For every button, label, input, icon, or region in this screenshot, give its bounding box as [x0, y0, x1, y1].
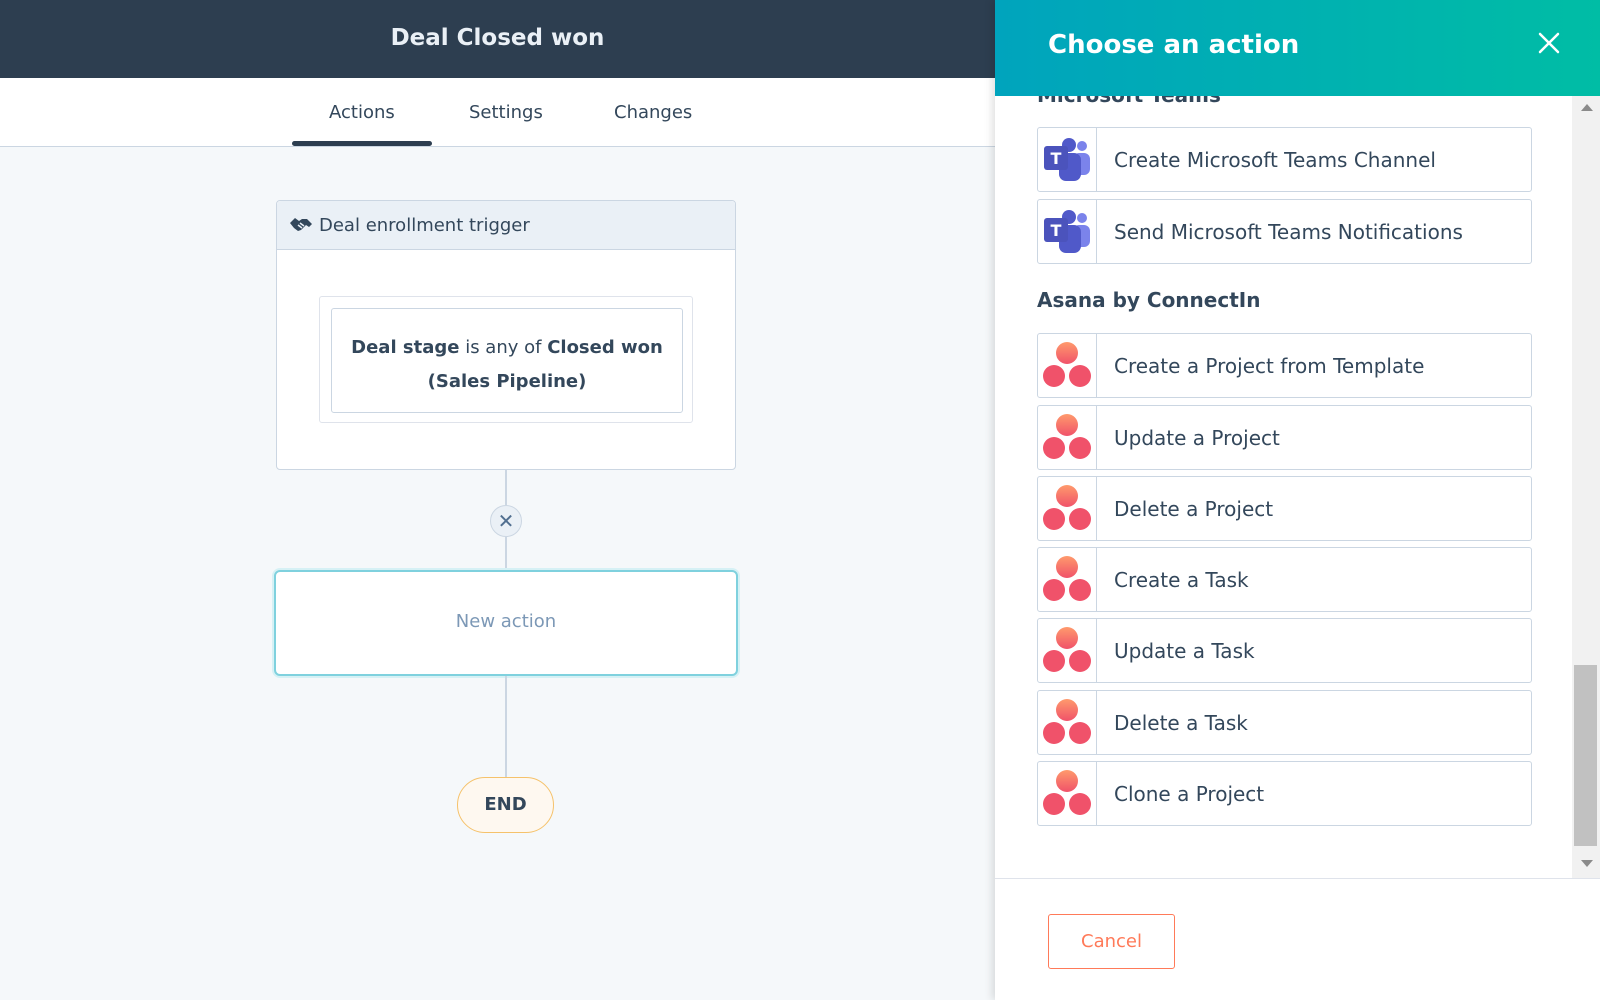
connector-line: [505, 470, 507, 505]
action-item[interactable]: Delete a Project: [1037, 476, 1532, 541]
action-item-label: Create a Project from Template: [1114, 353, 1425, 378]
action-item-label: Update a Project: [1114, 425, 1280, 450]
asana-icon: [1038, 406, 1097, 469]
panel-title: Choose an action: [1048, 30, 1300, 60]
handshake-icon: [289, 215, 313, 235]
svg-text:T: T: [1051, 149, 1062, 168]
tab-settings[interactable]: Settings: [469, 102, 543, 123]
asana-icon: [1038, 762, 1097, 825]
connector-line: [505, 676, 507, 777]
connector-line: [505, 537, 507, 570]
action-item[interactable]: T Create Microsoft Teams Channel: [1037, 127, 1532, 192]
section-title-microsoft-teams: Microsoft Teams: [1037, 96, 1221, 107]
trigger-filter-group: Deal stage is any of Closed won (Sales P…: [319, 296, 693, 423]
action-item-label: Delete a Project: [1114, 496, 1274, 521]
asana-icon: [1038, 334, 1097, 397]
asana-icon: [1038, 691, 1097, 754]
action-item-label: Create Microsoft Teams Channel: [1114, 147, 1436, 172]
action-item[interactable]: Delete a Task: [1037, 690, 1532, 755]
end-node: END: [457, 777, 554, 833]
action-list: Microsoft Teams T Create Microsoft Teams…: [995, 96, 1600, 878]
filter-property: Deal stage: [351, 337, 460, 358]
action-item-label: Create a Task: [1114, 567, 1249, 592]
trigger-header: Deal enrollment trigger: [277, 201, 735, 250]
action-item[interactable]: Update a Project: [1037, 405, 1532, 470]
tab-changes[interactable]: Changes: [614, 102, 692, 123]
filter-value: Closed won: [547, 337, 663, 358]
svg-text:T: T: [1051, 221, 1062, 240]
asana-icon: [1038, 548, 1097, 611]
trigger-filter[interactable]: Deal stage is any of Closed won (Sales P…: [331, 308, 683, 413]
panel-header: Choose an action: [995, 0, 1600, 96]
panel-footer: Cancel: [995, 878, 1600, 1000]
asana-icon: [1038, 477, 1097, 540]
action-item[interactable]: Clone a Project: [1037, 761, 1532, 826]
action-item-label: Clone a Project: [1114, 781, 1265, 806]
microsoft-teams-icon: T: [1038, 128, 1097, 191]
new-action-card[interactable]: New action: [274, 570, 738, 676]
section-title-asana: Asana by ConnectIn: [1037, 288, 1261, 312]
filter-pipeline: (Sales Pipeline): [427, 371, 587, 392]
enrollment-trigger-card[interactable]: Deal enrollment trigger Deal stage is an…: [276, 200, 736, 470]
trigger-header-label: Deal enrollment trigger: [319, 214, 530, 236]
panel-scrollbar[interactable]: [1572, 96, 1600, 878]
action-item[interactable]: Create a Project from Template: [1037, 333, 1532, 398]
action-item-label: Delete a Task: [1114, 710, 1248, 735]
cancel-button[interactable]: Cancel: [1048, 914, 1175, 969]
active-tab-indicator: [292, 141, 432, 146]
asana-icon: [1038, 619, 1097, 682]
scroll-up-arrow-icon[interactable]: [1581, 104, 1593, 111]
close-icon[interactable]: ✕: [490, 505, 522, 537]
action-item[interactable]: Update a Task: [1037, 618, 1532, 683]
action-item-label: Update a Task: [1114, 638, 1255, 663]
scrollbar-thumb[interactable]: [1574, 665, 1597, 846]
action-item-label: Send Microsoft Teams Notifications: [1114, 219, 1463, 244]
action-item[interactable]: T Send Microsoft Teams Notifications: [1037, 199, 1532, 264]
choose-action-panel: Choose an action Microsoft Teams T Creat…: [995, 0, 1600, 1000]
tab-actions[interactable]: Actions: [329, 102, 395, 123]
workflow-header: Deal Closed won: [0, 0, 995, 78]
workflow-title[interactable]: Deal Closed won: [0, 25, 995, 51]
scroll-down-arrow-icon[interactable]: [1581, 860, 1593, 867]
microsoft-teams-icon: T: [1038, 200, 1097, 263]
filter-operator: is any of: [465, 337, 542, 358]
close-icon[interactable]: [1532, 26, 1566, 60]
workflow-tabs: Actions Settings Changes: [0, 78, 995, 147]
action-item[interactable]: Create a Task: [1037, 547, 1532, 612]
